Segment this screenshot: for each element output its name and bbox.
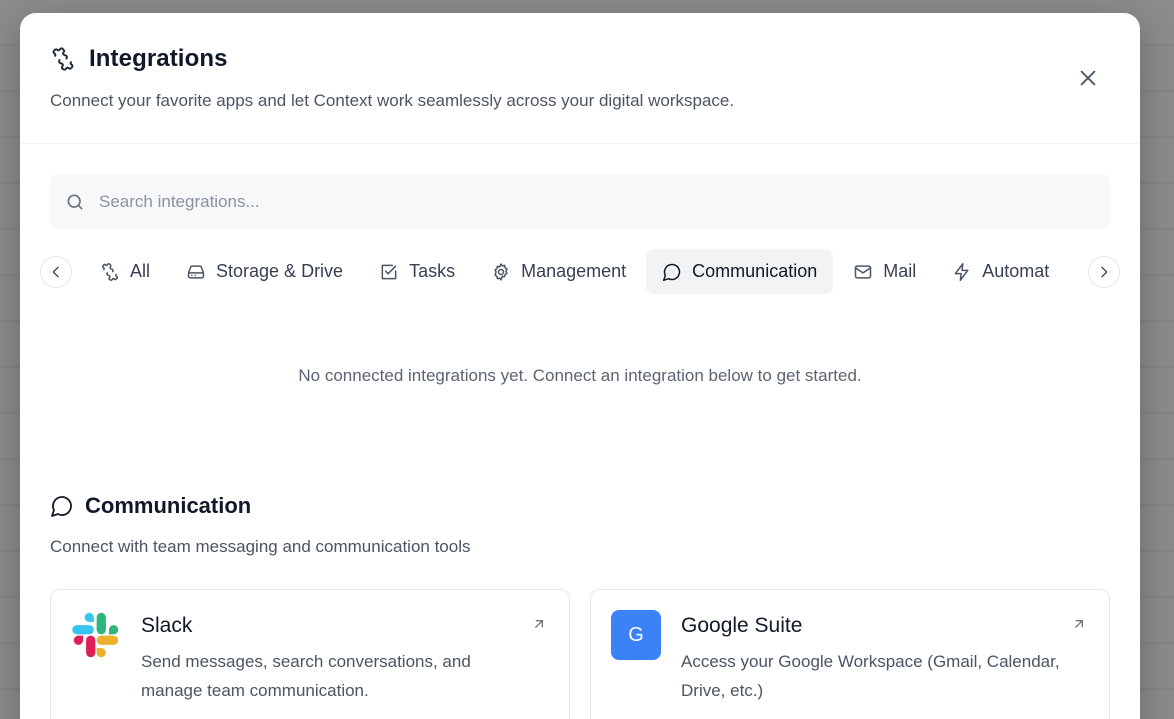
integration-card-slack[interactable]: Slack Send messages, search conversation… bbox=[50, 589, 570, 719]
category-tabs-row: All Storage & Drive Tasks Management Com… bbox=[40, 249, 1120, 294]
tab-tasks[interactable]: Tasks bbox=[363, 249, 471, 294]
integrations-modal: Integrations Connect your favorite apps … bbox=[20, 13, 1140, 719]
integration-description: Access your Google Workspace (Gmail, Cal… bbox=[681, 652, 1060, 700]
tab-label: Automat bbox=[982, 261, 1050, 281]
lightning-icon bbox=[952, 262, 972, 282]
tab-storage-drive[interactable]: Storage & Drive bbox=[170, 249, 359, 294]
mail-icon bbox=[853, 262, 873, 282]
tabs-viewport: All Storage & Drive Tasks Management Com… bbox=[84, 249, 1071, 294]
category-tabs: All Storage & Drive Tasks Management Com… bbox=[84, 249, 1071, 294]
gear-icon bbox=[491, 262, 511, 282]
section-header: Communication bbox=[50, 493, 251, 519]
search-input[interactable] bbox=[99, 191, 999, 212]
section-subtitle: Connect with team messaging and communic… bbox=[50, 537, 471, 556]
puzzle-icon bbox=[100, 262, 120, 282]
chat-bubble-icon bbox=[662, 262, 682, 282]
tab-label: Management bbox=[521, 261, 627, 281]
chevron-left-icon bbox=[52, 266, 59, 278]
tab-label: Mail bbox=[883, 261, 917, 281]
scroll-right-button[interactable] bbox=[1088, 256, 1120, 288]
tab-label: Communication bbox=[692, 261, 818, 281]
tab-label: All bbox=[130, 261, 151, 281]
integration-description: Send messages, search conversations, and… bbox=[141, 652, 471, 700]
tab-label: Tasks bbox=[409, 261, 456, 281]
hard-drive-icon bbox=[186, 262, 206, 282]
close-icon bbox=[1080, 70, 1096, 86]
scroll-left-button[interactable] bbox=[40, 256, 72, 288]
page-subtitle: Connect your favorite apps and let Conte… bbox=[50, 91, 735, 110]
integration-card-google-suite[interactable]: G Google Suite Access your Google Worksp… bbox=[590, 589, 1110, 719]
page-title: Integrations bbox=[89, 45, 228, 72]
tab-mail[interactable]: Mail bbox=[837, 249, 932, 294]
arrow-up-right-icon[interactable] bbox=[531, 616, 547, 632]
integration-name: Slack bbox=[141, 614, 193, 637]
integration-name: Google Suite bbox=[681, 614, 803, 637]
section-title: Communication bbox=[85, 493, 252, 518]
tab-management[interactable]: Management bbox=[475, 249, 642, 294]
title-row: Integrations bbox=[50, 45, 228, 73]
tab-label: Storage & Drive bbox=[216, 261, 344, 281]
search-bar bbox=[50, 174, 1110, 229]
slack-logo bbox=[71, 610, 121, 660]
close-button[interactable] bbox=[1076, 66, 1100, 90]
arrow-up-right-icon[interactable] bbox=[1071, 616, 1087, 632]
puzzle-icon bbox=[50, 46, 76, 72]
tab-automation[interactable]: Automat bbox=[936, 249, 1065, 294]
tab-communication[interactable]: Communication bbox=[646, 249, 834, 294]
google-logo: G bbox=[611, 610, 661, 660]
chevron-right-icon bbox=[1101, 266, 1108, 278]
modal-header: Integrations Connect your favorite apps … bbox=[20, 13, 1140, 144]
search-icon bbox=[65, 192, 85, 212]
empty-state-message: No connected integrations yet. Connect a… bbox=[298, 366, 862, 385]
checkbox-icon bbox=[379, 262, 399, 282]
chat-bubble-icon bbox=[50, 494, 74, 518]
tab-all[interactable]: All bbox=[84, 249, 166, 294]
